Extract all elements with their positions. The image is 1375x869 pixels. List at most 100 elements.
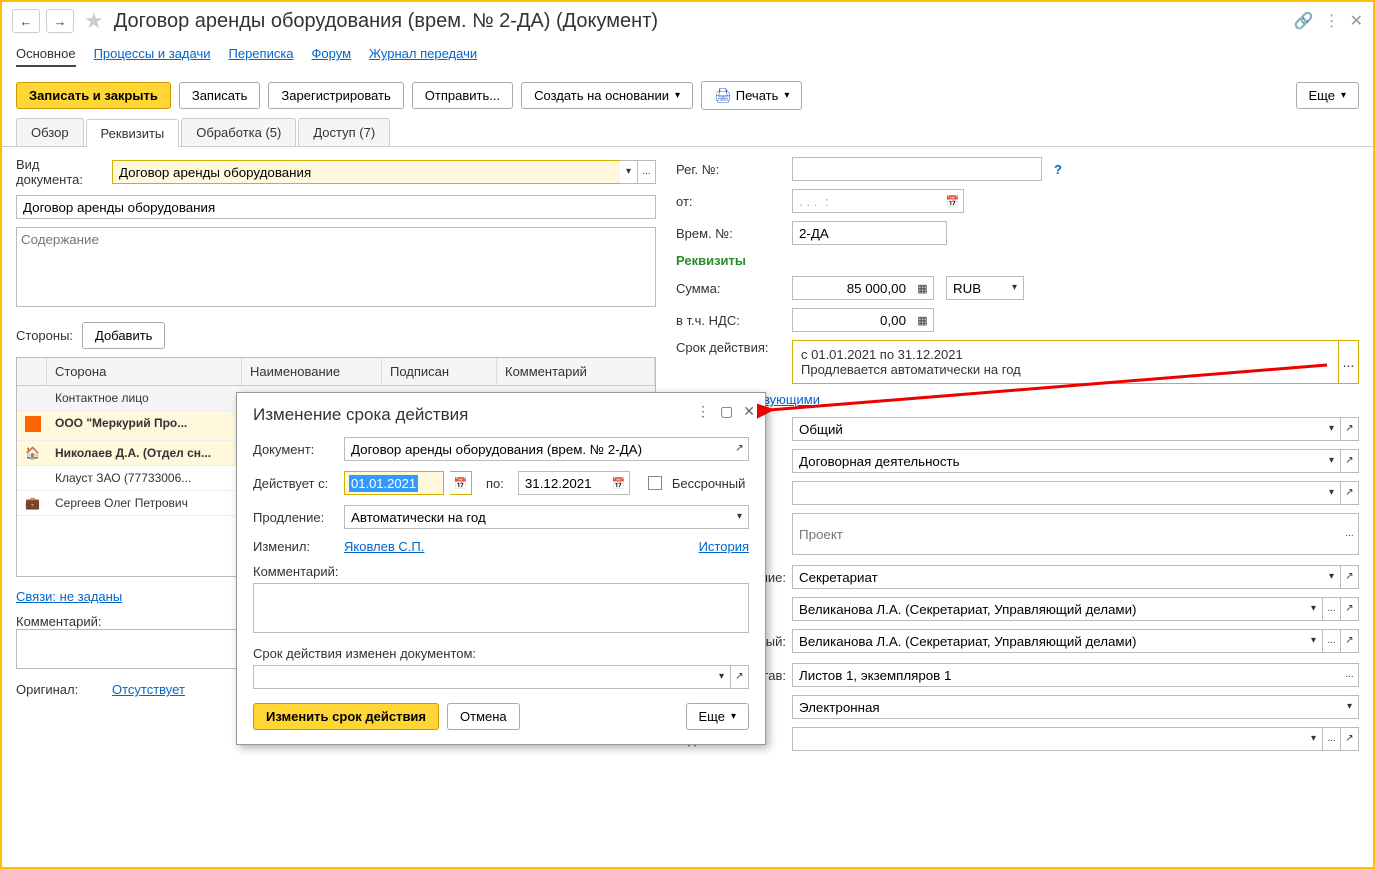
- currency-dropdown[interactable]: ▾: [1006, 276, 1024, 300]
- dialog-close-icon[interactable]: ✕: [743, 403, 755, 420]
- calendar-icon[interactable]: 📅: [942, 189, 964, 213]
- subtab-access[interactable]: Доступ (7): [298, 118, 390, 146]
- ellipsis-icon[interactable]: ...: [1323, 629, 1341, 653]
- dept-input[interactable]: [792, 565, 1323, 589]
- tab-forum[interactable]: Форум: [312, 46, 352, 67]
- open-icon[interactable]: ↗: [731, 665, 749, 689]
- project-input[interactable]: [792, 513, 1341, 555]
- save-close-button[interactable]: Записать и закрыть: [16, 82, 171, 109]
- ellipsis-icon[interactable]: ...: [1323, 727, 1341, 751]
- create-based-button[interactable]: Создать на основании▾: [521, 82, 693, 109]
- dialog-changeddoc-input[interactable]: [253, 665, 713, 689]
- dialog-from-input[interactable]: 01.01.2021: [344, 471, 444, 495]
- group2-input[interactable]: [792, 449, 1323, 473]
- form-input[interactable]: [792, 695, 1341, 719]
- dialog-changed-by[interactable]: Яковлев С.П.: [344, 539, 424, 554]
- dropdown-icon[interactable]: ▾: [731, 505, 749, 529]
- tab-journal[interactable]: Журнал передачи: [369, 46, 477, 67]
- dropdown-icon[interactable]: ▾: [1305, 629, 1323, 653]
- save-button[interactable]: Записать: [179, 82, 261, 109]
- original-label: Оригинал:: [16, 682, 106, 697]
- register-button[interactable]: Зарегистрировать: [268, 82, 403, 109]
- open-icon[interactable]: ↗: [1341, 565, 1359, 589]
- dialog-ext-input[interactable]: [344, 505, 731, 529]
- person2-input[interactable]: [792, 629, 1305, 653]
- dialog-comment-textarea[interactable]: [253, 583, 749, 633]
- window-title: Договор аренды оборудования (врем. № 2-Д…: [114, 10, 1288, 33]
- open-icon[interactable]: ↗: [1341, 417, 1359, 441]
- link-icon[interactable]: 🔗: [1294, 11, 1314, 31]
- from-date-input[interactable]: [792, 189, 942, 213]
- regno-input[interactable]: [792, 157, 1042, 181]
- kebab-icon[interactable]: ⋮: [1324, 11, 1340, 31]
- open-icon[interactable]: ↗: [1341, 449, 1359, 473]
- doc-type-input[interactable]: [112, 160, 620, 184]
- dialog-maximize-icon[interactable]: ▢: [720, 403, 733, 420]
- tab-processes[interactable]: Процессы и задачи: [94, 46, 211, 67]
- group1-input[interactable]: [792, 417, 1323, 441]
- ellipsis-icon[interactable]: ...: [1341, 513, 1359, 555]
- close-icon[interactable]: ✕: [1350, 11, 1363, 31]
- person1-input[interactable]: [792, 597, 1305, 621]
- more-button[interactable]: Еще▾: [1296, 82, 1359, 109]
- validity-label: Срок действия:: [676, 340, 786, 355]
- open-icon[interactable]: ↗: [731, 437, 749, 461]
- dialog-doc-input[interactable]: [344, 437, 731, 461]
- sum-input[interactable]: [792, 276, 912, 300]
- subtab-requisites[interactable]: Реквизиты: [86, 119, 180, 147]
- subtab-overview[interactable]: Обзор: [16, 118, 84, 146]
- indefinite-checkbox[interactable]: [648, 476, 662, 490]
- dropdown-icon[interactable]: ▾: [1305, 597, 1323, 621]
- dialog-cancel-button[interactable]: Отмена: [447, 703, 520, 730]
- ellipsis-icon[interactable]: ...: [1323, 597, 1341, 621]
- dialog-apply-button[interactable]: Изменить срок действия: [253, 703, 439, 730]
- help-icon[interactable]: ?: [1054, 162, 1062, 177]
- forward-button[interactable]: →: [46, 9, 74, 33]
- calc-icon[interactable]: ▦: [912, 276, 934, 300]
- dropdown-icon[interactable]: ▾: [1323, 417, 1341, 441]
- content-textarea[interactable]: [16, 227, 656, 307]
- tempno-input[interactable]: [792, 221, 947, 245]
- validity-box[interactable]: с 01.01.2021 по 31.12.2021 Продлевается …: [792, 340, 1359, 384]
- dropdown-icon[interactable]: ▾: [1323, 481, 1341, 505]
- open-icon[interactable]: ↗: [1341, 629, 1359, 653]
- dialog-to-input[interactable]: [518, 471, 608, 495]
- dialog-kebab-icon[interactable]: ⋮: [696, 403, 710, 420]
- dropdown-icon[interactable]: ▾: [713, 665, 731, 689]
- original-link[interactable]: Отсутствует: [112, 682, 185, 697]
- dropdown-icon[interactable]: ▾: [1323, 449, 1341, 473]
- subtab-processing[interactable]: Обработка (5): [181, 118, 296, 146]
- add-party-button[interactable]: Добавить: [82, 322, 165, 349]
- open-icon[interactable]: ↗: [1341, 727, 1359, 751]
- doc-name-input[interactable]: [16, 195, 656, 219]
- currency-input[interactable]: [946, 276, 1006, 300]
- tab-main[interactable]: Основное: [16, 46, 76, 67]
- ellipsis-icon[interactable]: ...: [1341, 663, 1359, 687]
- open-icon[interactable]: ↗: [1341, 481, 1359, 505]
- comp-input[interactable]: [792, 663, 1341, 687]
- doc-type-dropdown[interactable]: ▾: [620, 160, 638, 184]
- star-icon[interactable]: ★: [84, 8, 104, 34]
- dropdown-icon[interactable]: ▾: [1305, 727, 1323, 751]
- send-button[interactable]: Отправить...: [412, 82, 513, 109]
- calc-icon[interactable]: ▦: [912, 308, 934, 332]
- tab-correspondence[interactable]: Переписка: [229, 46, 294, 67]
- dialog-doc-label: Документ:: [253, 442, 338, 457]
- vat-label: в т.ч. НДС:: [676, 313, 786, 328]
- calendar-icon[interactable]: 📅: [450, 471, 472, 495]
- incase-input[interactable]: [792, 727, 1305, 751]
- print-button[interactable]: 🖨Печать▾: [701, 81, 802, 110]
- calendar-icon[interactable]: 📅: [608, 471, 630, 495]
- dropdown-icon[interactable]: ▾: [1323, 565, 1341, 589]
- dialog-history-link[interactable]: История: [699, 539, 749, 554]
- links-link[interactable]: Связи: не заданы: [16, 589, 122, 604]
- back-button[interactable]: ←: [12, 9, 40, 33]
- vat-input[interactable]: [792, 308, 912, 332]
- dialog-more-button[interactable]: Еще▾: [686, 703, 749, 730]
- dropdown-icon[interactable]: ▾: [1341, 695, 1359, 719]
- validity-ellipsis[interactable]: ...: [1338, 341, 1358, 383]
- doc-type-ellipsis[interactable]: ...: [638, 160, 656, 184]
- field3-input[interactable]: [792, 481, 1323, 505]
- dialog-to-label: по:: [486, 476, 504, 491]
- open-icon[interactable]: ↗: [1341, 597, 1359, 621]
